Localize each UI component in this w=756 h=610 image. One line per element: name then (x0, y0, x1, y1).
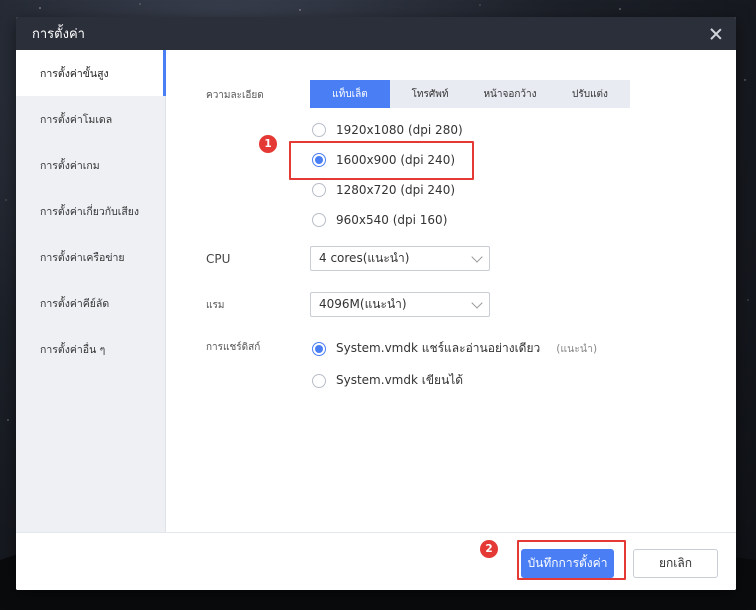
disk-option-label: System.vmdk เขียนได้ (336, 373, 464, 387)
ram-value: 4096M(แนะนำ) (319, 297, 407, 311)
sidebar-item-label: การตั้งค่าเกม (40, 159, 100, 172)
sidebar-item-sound[interactable]: การตั้งค่าเกี่ยวกับเสียง (16, 188, 165, 234)
cpu-value: 4 cores(แนะนำ) (319, 251, 410, 265)
radio-button[interactable] (312, 123, 326, 137)
tab-tablet[interactable]: แท็บเล็ต (310, 80, 390, 108)
cpu-label: CPU (206, 252, 231, 266)
sidebar-item-label: การตั้งค่าเกี่ยวกับเสียง (40, 205, 140, 218)
resolution-option-label: 1280x720 (dpi 240) (336, 183, 456, 197)
resolution-option-1280[interactable]: 1280x720 (dpi 240) (312, 183, 455, 197)
radio-button[interactable] (312, 183, 326, 197)
settings-content: ความละเอียด แท็บเล็ต โทรศัพท์ หน้าจอกว้า… (166, 50, 736, 532)
ram-label: แรม (206, 300, 225, 311)
sidebar-item-model[interactable]: การตั้งค่าโมเดล (16, 96, 165, 142)
radio-button-checked[interactable] (312, 341, 326, 356)
disk-option-writable[interactable]: System.vmdk เขียนได้ (312, 371, 463, 390)
ram-select[interactable]: 4096M(แนะนำ) (310, 292, 490, 317)
resolution-option-1920[interactable]: 1920x1080 (dpi 280) (312, 123, 463, 137)
sidebar-item-advanced[interactable]: การตั้งค่าขั้นสูง (16, 50, 166, 96)
highlight-box-save (517, 540, 626, 580)
close-icon[interactable] (708, 26, 724, 42)
settings-dialog: การตั้งค่า การตั้งค่าขั้นสูง การตั้งค่าโ… (16, 17, 736, 590)
cancel-button[interactable]: ยกเลิก (633, 549, 718, 578)
resolution-label: ความละเอียด (206, 90, 264, 101)
title-bar: การตั้งค่า (16, 17, 736, 50)
resolution-option-960[interactable]: 960x540 (dpi 160) (312, 213, 447, 227)
step-marker-1: 1 (259, 135, 277, 153)
sidebar-item-shortcuts[interactable]: การตั้งค่าคีย์ลัด (16, 280, 165, 326)
disk-option-label: System.vmdk แชร์และอ่านอย่างเดียว (336, 341, 541, 355)
highlight-box-resolution (289, 141, 474, 180)
chevron-down-icon (471, 296, 483, 309)
resolution-tabs: แท็บเล็ต โทรศัพท์ หน้าจอกว้าง ปรับแต่ง (310, 80, 630, 108)
sidebar-item-network[interactable]: การตั้งค่าเครือข่าย (16, 234, 165, 280)
resolution-option-label: 1920x1080 (dpi 280) (336, 123, 463, 137)
disk-option-readonly[interactable]: System.vmdk แชร์และอ่านอย่างเดียว (แนะนำ… (312, 339, 597, 358)
chevron-down-icon (471, 250, 483, 263)
sidebar-item-label: การตั้งค่าเครือข่าย (40, 251, 125, 264)
sidebar-item-game[interactable]: การตั้งค่าเกม (16, 142, 165, 188)
sidebar: การตั้งค่าขั้นสูง การตั้งค่าโมเดล การตั้… (16, 50, 166, 532)
tab-custom[interactable]: ปรับแต่ง (550, 80, 630, 108)
dialog-footer: บันทึกการตั้งค่า ยกเลิก (16, 532, 736, 590)
recommended-hint: (แนะนำ) (556, 343, 598, 355)
cpu-select[interactable]: 4 cores(แนะนำ) (310, 246, 490, 271)
sidebar-item-label: การตั้งค่าอื่น ๆ (40, 343, 106, 356)
sidebar-item-label: การตั้งค่าขั้นสูง (40, 67, 109, 80)
step-marker-2: 2 (480, 540, 498, 558)
tab-phone[interactable]: โทรศัพท์ (390, 80, 470, 108)
dialog-body: การตั้งค่าขั้นสูง การตั้งค่าโมเดล การตั้… (16, 50, 736, 532)
disk-share-label: การแชร์ดิสก์ (206, 342, 261, 353)
radio-button[interactable] (312, 213, 326, 227)
sidebar-item-label: การตั้งค่าโมเดล (40, 113, 113, 126)
resolution-option-label: 960x540 (dpi 160) (336, 213, 448, 227)
tab-widescreen[interactable]: หน้าจอกว้าง (470, 80, 550, 108)
sidebar-item-label: การตั้งค่าคีย์ลัด (40, 297, 110, 310)
radio-button[interactable] (312, 373, 326, 388)
window-title: การตั้งค่า (32, 27, 85, 42)
sidebar-item-other[interactable]: การตั้งค่าอื่น ๆ (16, 326, 165, 372)
